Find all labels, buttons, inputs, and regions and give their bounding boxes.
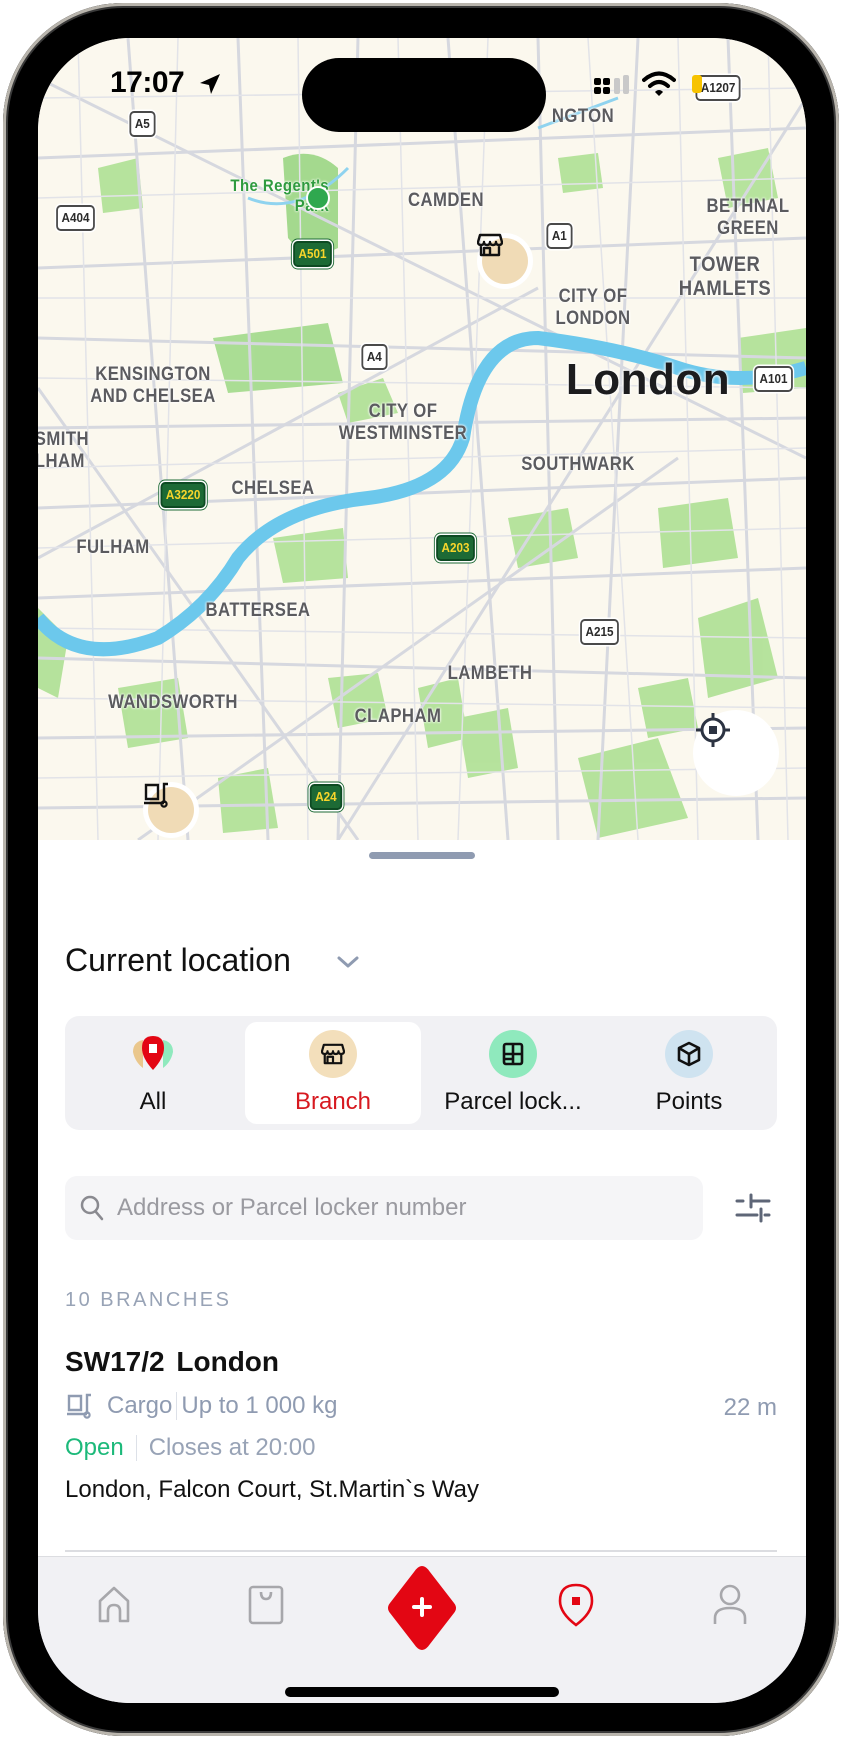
- locker-grid-icon: [489, 1030, 537, 1078]
- road-sign-a404: A404: [56, 205, 95, 231]
- home-icon: [98, 1586, 130, 1623]
- tab-parcel-lockers[interactable]: Parcel lock...: [425, 1022, 601, 1124]
- tab-branch-label: Branch: [294, 1088, 372, 1115]
- park-tree-icon: [306, 186, 330, 210]
- results-count: 10 BRANCHES: [65, 1289, 232, 1311]
- map-view[interactable]: CAMDEN BETHNAL GREEN TOWER HAMLETS CITY …: [38, 38, 806, 840]
- map-label-camden: CAMDEN: [407, 190, 485, 211]
- status-badge: Open: [65, 1434, 124, 1461]
- divider: [135, 1435, 137, 1461]
- cellular-signal-icon: [594, 75, 629, 94]
- map-label-clapham: CLAPHAM: [354, 706, 442, 727]
- tab-parcel-lockers-label: Parcel lock...: [444, 1088, 582, 1115]
- sliders-icon[interactable]: [735, 1190, 775, 1226]
- road-sign-a101: A101: [754, 366, 793, 392]
- location-selector-label[interactable]: Current location: [65, 942, 291, 979]
- road-sign-a4: A4: [361, 344, 388, 370]
- map-label-city-of-london: CITY OF LONDON: [555, 286, 631, 329]
- road-sign-a1207: A1207: [695, 75, 741, 101]
- map-label-hammersmith: SMITH LHAM: [38, 429, 90, 472]
- road-sign-a501: A501: [293, 241, 332, 267]
- search-icon: [80, 1195, 104, 1221]
- road-sign-a215: A215: [580, 619, 619, 645]
- road-sign-a203: A203: [436, 535, 475, 561]
- branch-distance: 22 m: [723, 1394, 777, 1421]
- status-time: 17:07: [110, 66, 185, 99]
- search-field[interactable]: [65, 1176, 703, 1240]
- road-sign-a24: A24: [309, 784, 343, 810]
- nav-locations[interactable]: [548, 1575, 604, 1635]
- sheet-drag-handle[interactable]: [369, 852, 475, 859]
- branch-title: SW17/2 London: [65, 1346, 279, 1377]
- map-label-lambeth: LAMBETH: [447, 663, 533, 684]
- locate-me-button[interactable]: [693, 710, 779, 796]
- map-label-kensington-chelsea: KENSINGTON AND CHELSEA: [90, 364, 216, 407]
- tab-all-label: All: [139, 1088, 167, 1115]
- bottom-tab-bar: [38, 1556, 806, 1703]
- list-item[interactable]: SW17/2 London Cargo Up to 1 000 kg 22 m …: [65, 1346, 777, 1552]
- location-type-tabs: All Branch Parcel lock... Points: [65, 1016, 777, 1130]
- bottom-sheet: Current location All Branch Parcel lock.…: [38, 840, 806, 1556]
- plus-icon: [388, 1566, 456, 1650]
- map-label-battersea: BATTERSEA: [205, 600, 311, 621]
- map-label-london: London: [565, 355, 731, 404]
- user-icon: [713, 1584, 747, 1624]
- nav-home[interactable]: [86, 1575, 142, 1635]
- road-sign-a1: A1: [546, 223, 573, 249]
- search-input[interactable]: [115, 1193, 679, 1223]
- map-pin-icon: [558, 1583, 594, 1627]
- road-sign-a5: A5: [129, 111, 156, 137]
- location-arrow-icon: [200, 74, 220, 94]
- map-label-wandsworth: WANDSWORTH: [108, 692, 238, 713]
- map-label-islington: NGTON: [551, 106, 615, 127]
- battery-low-power-icon: [692, 75, 702, 93]
- tab-points[interactable]: Points: [601, 1022, 777, 1124]
- storefront-icon: [477, 233, 528, 284]
- tab-points-label: Points: [655, 1088, 723, 1115]
- tab-all[interactable]: All: [65, 1022, 241, 1124]
- branch-address: London, Falcon Court, St.Martin`s Way: [65, 1476, 479, 1503]
- hand-truck-icon: [144, 782, 194, 833]
- hand-truck-icon: [67, 1393, 91, 1419]
- nav-shopping[interactable]: [238, 1575, 294, 1635]
- tab-branch[interactable]: Branch: [245, 1022, 421, 1124]
- map-label-southwark: SOUTHWARK: [521, 454, 635, 475]
- screen: CAMDEN BETHNAL GREEN TOWER HAMLETS CITY …: [38, 38, 806, 1703]
- map-label-westminster: CITY OF WESTMINSTER: [338, 401, 468, 444]
- map-label-tower-hamlets: TOWER HAMLETS: [678, 253, 772, 300]
- map-label-chelsea: CHELSEA: [231, 478, 315, 499]
- chevron-down-icon[interactable]: [336, 954, 360, 970]
- map-label-bethnal-green: BETHNAL GREEN: [706, 196, 790, 239]
- home-indicator[interactable]: [285, 1687, 559, 1697]
- nav-profile[interactable]: [702, 1575, 758, 1635]
- branch-type: Cargo: [107, 1392, 173, 1419]
- dynamic-island: [302, 58, 546, 132]
- map-marker-cargo[interactable]: [143, 782, 199, 840]
- crosshair-icon: [696, 713, 730, 747]
- wifi-icon: [642, 71, 676, 96]
- box-icon: [665, 1030, 713, 1078]
- map-label-fulham: FULHAM: [76, 537, 150, 558]
- list-divider: [65, 1550, 777, 1552]
- storefront-icon: [309, 1030, 357, 1078]
- nav-create-shipment[interactable]: [384, 1563, 460, 1653]
- road-sign-a3220: A3220: [160, 482, 206, 508]
- branch-capacity: Up to 1 000 kg: [181, 1392, 338, 1419]
- multi-pin-icon: [129, 1030, 177, 1078]
- branch-hours: Closes at 20:00: [148, 1434, 316, 1461]
- map-marker-branch[interactable]: [477, 233, 533, 304]
- divider: [176, 1392, 178, 1420]
- shopping-bag-icon: [248, 1585, 284, 1625]
